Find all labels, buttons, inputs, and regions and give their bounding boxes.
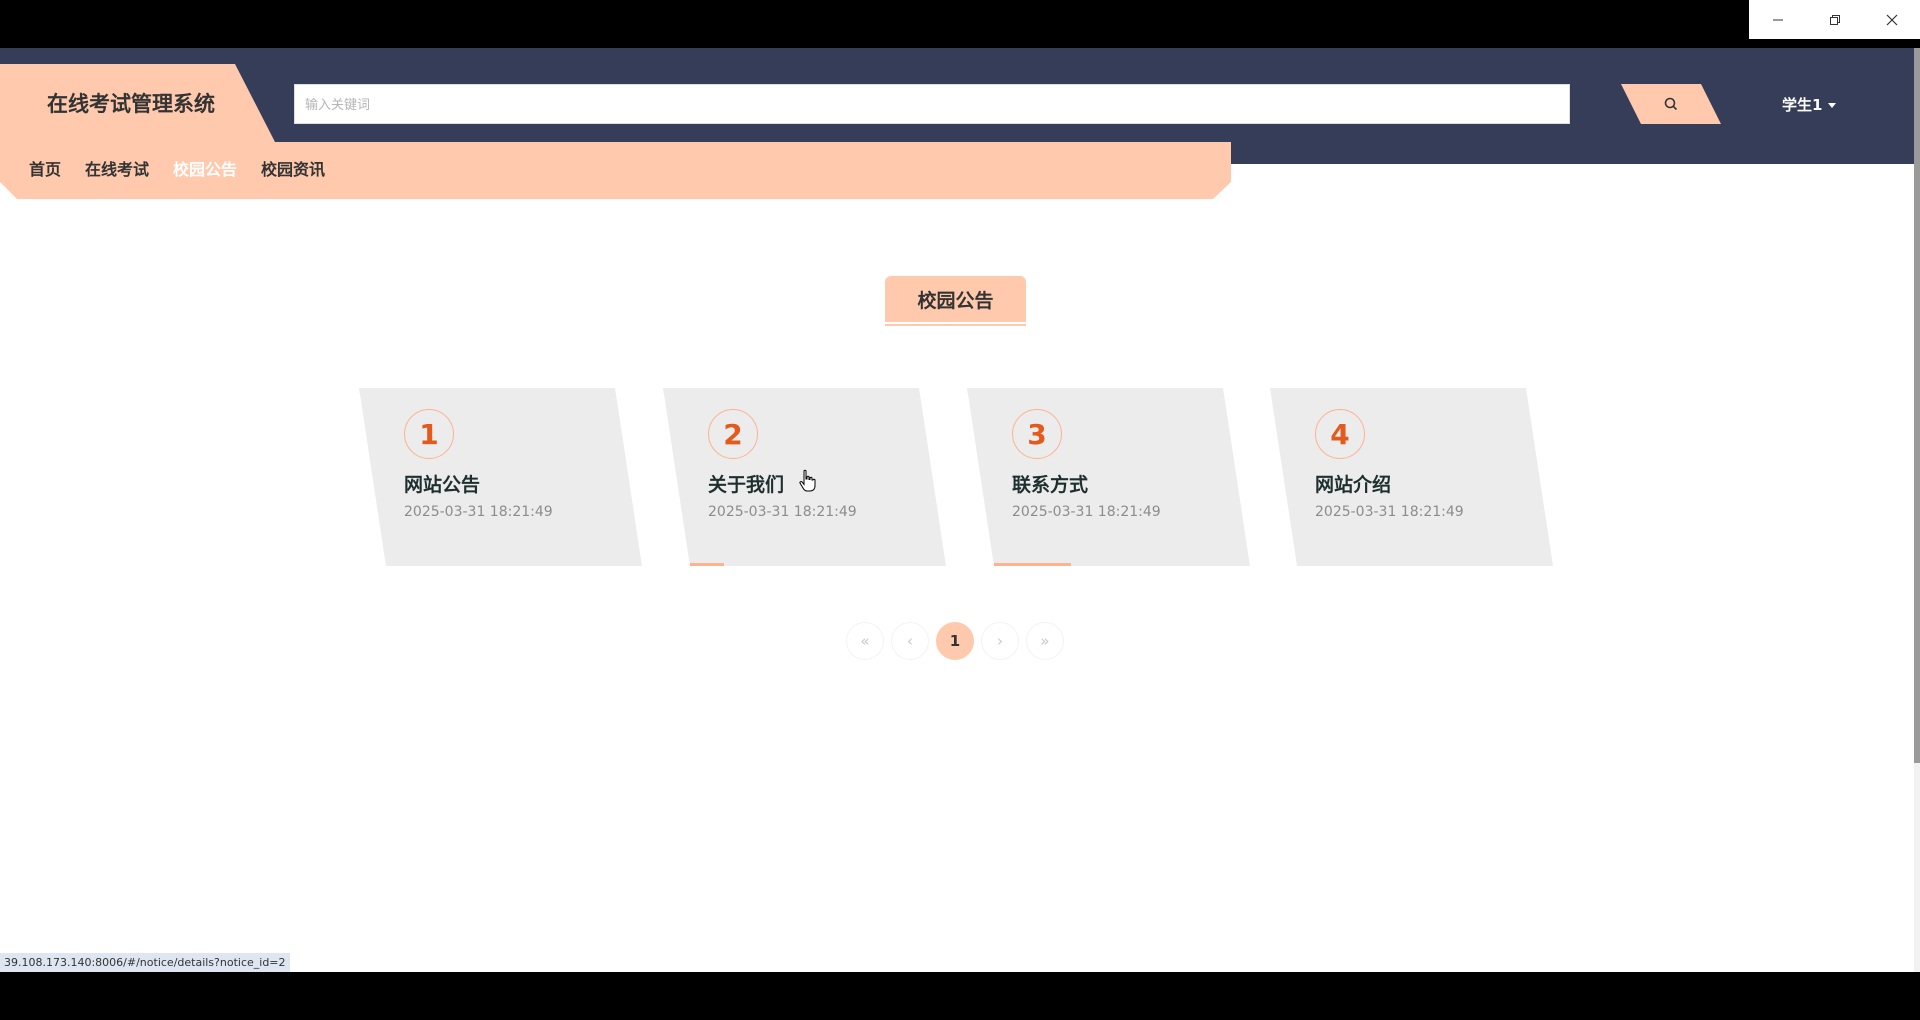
section-title-text: 校园公告 xyxy=(885,276,1026,322)
user-name: 学生1 xyxy=(1782,95,1823,114)
search-icon xyxy=(1664,97,1678,111)
notice-number: 1 xyxy=(404,409,454,459)
status-url: 39.108.173.140:8006/#/notice/details?not… xyxy=(0,953,290,972)
card-background xyxy=(1270,388,1553,566)
nav-item-campus-news[interactable]: 校园资讯 xyxy=(261,156,325,180)
notice-number: 4 xyxy=(1315,409,1365,459)
nav-item-home[interactable]: 首页 xyxy=(29,156,61,180)
notice-date: 2025-03-31 18:21:49 xyxy=(1315,504,1464,520)
page-button-current[interactable]: 1 xyxy=(936,622,974,660)
card-hover-accent xyxy=(994,563,1071,566)
nav-item-campus-notice[interactable]: 校园公告 xyxy=(173,156,237,180)
notice-card[interactable]: 4 网站介绍 2025-03-31 18:21:49 xyxy=(1270,388,1553,566)
section-title-underline xyxy=(885,324,1026,326)
notice-number: 2 xyxy=(708,409,758,459)
card-background xyxy=(359,388,642,566)
restore-icon xyxy=(1829,14,1840,25)
notice-title: 联系方式 xyxy=(1012,474,1089,496)
section-title: 校园公告 xyxy=(885,276,1026,326)
search-input[interactable] xyxy=(294,84,1570,124)
next-page-button[interactable]: › xyxy=(981,622,1019,660)
window-controls xyxy=(1749,0,1920,39)
user-menu[interactable]: 学生1 xyxy=(1782,92,1837,116)
last-page-button[interactable]: » xyxy=(1026,622,1064,660)
notice-card[interactable]: 3 联系方式 2025-03-31 18:21:49 xyxy=(967,388,1250,566)
pagination: « ‹ 1 › » xyxy=(846,622,1064,660)
notice-title: 网站公告 xyxy=(404,474,481,496)
hand-pointer-icon xyxy=(799,469,816,492)
os-title-bar xyxy=(0,0,1920,48)
minimize-button[interactable] xyxy=(1749,0,1806,39)
card-background xyxy=(967,388,1250,566)
notice-title: 关于我们 xyxy=(708,474,785,496)
scrollbar-thumb[interactable] xyxy=(1914,48,1920,763)
main-nav: 首页 在线考试 校园公告 校园资讯 xyxy=(0,142,1231,199)
notice-date: 2025-03-31 18:21:49 xyxy=(708,504,857,520)
notice-card[interactable]: 1 网站公告 2025-03-31 18:21:49 xyxy=(359,388,642,566)
site-brand[interactable]: 在线考试管理系统 xyxy=(0,64,275,142)
notice-date: 2025-03-31 18:21:49 xyxy=(404,504,553,520)
minimize-icon xyxy=(1772,19,1783,20)
card-hover-accent xyxy=(690,563,724,566)
nav-item-online-exam[interactable]: 在线考试 xyxy=(85,156,149,180)
notice-date: 2025-03-31 18:21:49 xyxy=(1012,504,1161,520)
first-page-button[interactable]: « xyxy=(846,622,884,660)
close-icon xyxy=(1886,14,1897,25)
vertical-scrollbar[interactable] xyxy=(1914,48,1920,972)
chevron-down-icon xyxy=(1828,102,1837,108)
close-button[interactable] xyxy=(1863,0,1920,39)
notice-title: 网站介绍 xyxy=(1315,474,1392,496)
notice-number: 3 xyxy=(1012,409,1062,459)
page-viewport: 在线考试管理系统 学生1 首页 在线考试 校园公告 校园资讯 校园公告 1 网站… xyxy=(0,48,1920,972)
prev-page-button[interactable]: ‹ xyxy=(891,622,929,660)
restore-button[interactable] xyxy=(1806,0,1863,39)
